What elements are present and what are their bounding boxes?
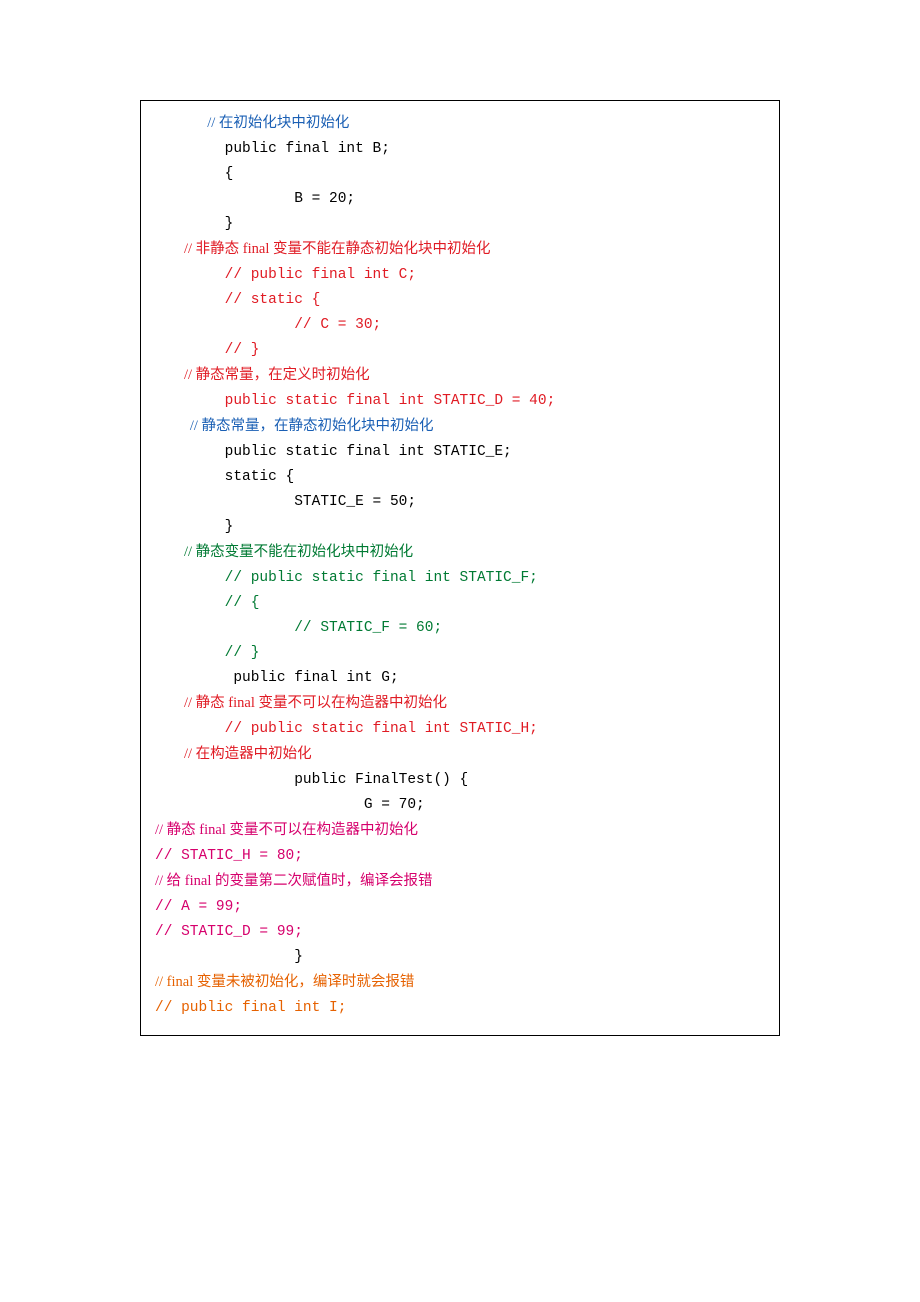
code-line: G = 70; (155, 793, 765, 818)
code-line: // static { (155, 288, 765, 313)
code-line: // 在初始化块中初始化 (155, 111, 765, 137)
code-line: // 静态变量不能在初始化块中初始化 (155, 540, 765, 566)
code-line: // } (155, 338, 765, 363)
document-page: // 在初始化块中初始化 public final int B; { B = 2… (0, 0, 920, 1302)
code-line: // 静态 final 变量不可以在构造器中初始化 (155, 818, 765, 844)
code-line: // 在构造器中初始化 (155, 742, 765, 768)
code-line: } (155, 945, 765, 970)
code-line: } (155, 515, 765, 540)
code-line: // A = 99; (155, 895, 765, 920)
code-line: STATIC_E = 50; (155, 490, 765, 515)
code-line: // public final int I; (155, 996, 765, 1021)
code-line: public static final int STATIC_D = 40; (155, 389, 765, 414)
code-line: // public final int C; (155, 263, 765, 288)
code-line: { (155, 162, 765, 187)
code-line: // public static final int STATIC_H; (155, 717, 765, 742)
code-line: // 非静态 final 变量不能在静态初始化块中初始化 (155, 237, 765, 263)
code-line: // C = 30; (155, 313, 765, 338)
code-line: // 静态常量，在定义时初始化 (155, 363, 765, 389)
code-line: static { (155, 465, 765, 490)
code-line: // public static final int STATIC_F; (155, 566, 765, 591)
code-line: // STATIC_D = 99; (155, 920, 765, 945)
code-line: public final int B; (155, 137, 765, 162)
code-line: // final 变量未被初始化，编译时就会报错 (155, 970, 765, 996)
code-line: public static final int STATIC_E; (155, 440, 765, 465)
code-line: // STATIC_F = 60; (155, 616, 765, 641)
code-line: // STATIC_H = 80; (155, 844, 765, 869)
code-line: // 静态常量，在静态初始化块中初始化 (155, 414, 765, 440)
code-line: // 给 final 的变量第二次赋值时，编译会报错 (155, 869, 765, 895)
code-block: // 在初始化块中初始化 public final int B; { B = 2… (140, 100, 780, 1036)
code-line: public final int G; (155, 666, 765, 691)
code-line: } (155, 212, 765, 237)
code-line: B = 20; (155, 187, 765, 212)
code-line: // 静态 final 变量不可以在构造器中初始化 (155, 691, 765, 717)
code-line: // } (155, 641, 765, 666)
code-line: // { (155, 591, 765, 616)
code-line: public FinalTest() { (155, 768, 765, 793)
